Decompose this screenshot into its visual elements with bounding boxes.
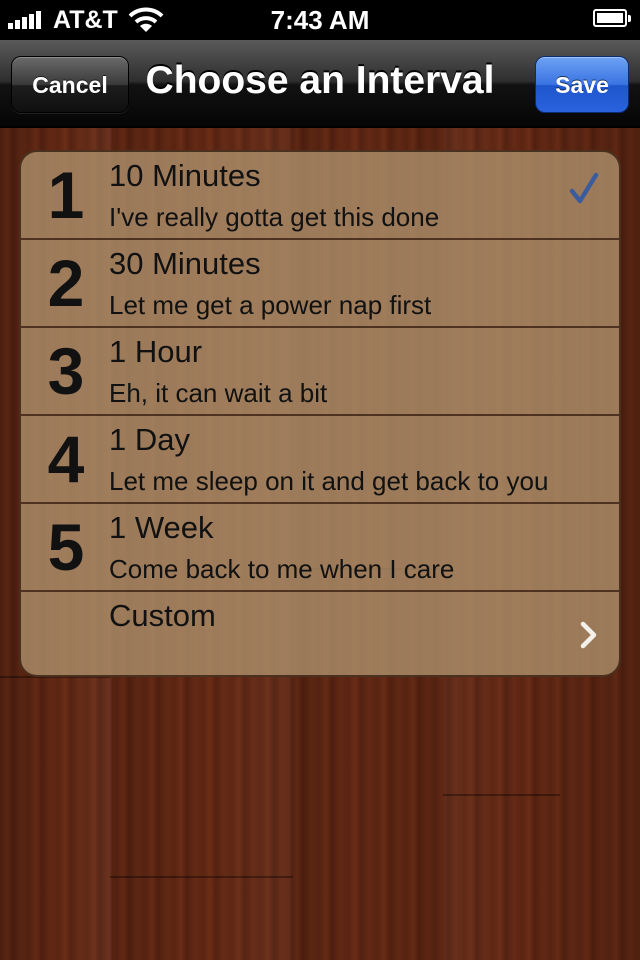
interval-title: 10 Minutes <box>109 158 261 193</box>
status-bar: AT&T 7:43 AM <box>0 0 640 40</box>
interval-title: 30 Minutes <box>109 246 261 281</box>
interval-number: 4 <box>47 422 85 496</box>
interval-number: 1 <box>47 158 85 232</box>
interval-subtitle: Come back to me when I care <box>109 554 455 584</box>
screen: AT&T 7:43 AM Cancel Choose an Interval S… <box>0 0 640 960</box>
battery-icon <box>593 9 631 27</box>
interval-subtitle: Eh, it can wait a bit <box>109 378 328 408</box>
interval-number: 3 <box>47 334 85 408</box>
interval-table: 1 10 Minutes I've really gotta get this … <box>19 150 621 677</box>
status-time: 7:43 AM <box>270 5 370 35</box>
interval-title: 1 Hour <box>109 334 203 369</box>
battery-fill <box>597 13 623 23</box>
interval-number: 5 <box>47 510 85 584</box>
interval-row-custom[interactable]: Custom <box>21 592 619 675</box>
interval-row-1-week[interactable]: 5 1 Week Come back to me when I care <box>21 504 619 592</box>
interval-title: 1 Day <box>109 422 190 457</box>
interval-row-1-day[interactable]: 4 1 Day Let me sleep on it and get back … <box>21 416 619 504</box>
interval-row-10-minutes[interactable]: 1 10 Minutes I've really gotta get this … <box>21 152 619 240</box>
interval-number: 2 <box>47 246 85 320</box>
cancel-button[interactable]: Cancel <box>11 56 129 113</box>
save-button[interactable]: Save <box>535 56 629 113</box>
checkmark-icon <box>569 172 599 204</box>
interval-row-1-hour[interactable]: 3 1 Hour Eh, it can wait a bit <box>21 328 619 416</box>
interval-row-30-minutes[interactable]: 2 30 Minutes Let me get a power nap firs… <box>21 240 619 328</box>
custom-title: Custom <box>109 598 216 633</box>
interval-subtitle: Let me sleep on it and get back to you <box>109 466 549 496</box>
navigation-bar: Cancel Choose an Interval Save <box>0 40 640 128</box>
interval-subtitle: I've really gotta get this done <box>109 202 440 232</box>
page-title: Choose an Interval <box>145 59 495 102</box>
chevron-right-icon <box>580 621 597 649</box>
interval-subtitle: Let me get a power nap first <box>109 290 432 320</box>
interval-title: 1 Week <box>109 510 214 545</box>
